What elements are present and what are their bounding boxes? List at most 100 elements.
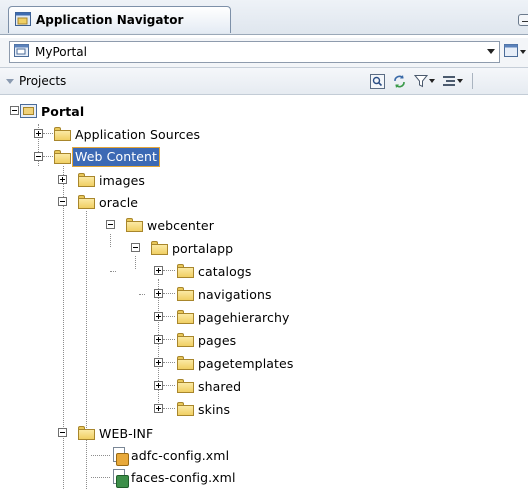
tab-strip: Application Navigator [0,0,528,35]
adfc-config-file-icon [110,446,129,466]
application-menu-button[interactable] [504,42,528,62]
node-label: Web Content [71,147,161,167]
node-label: pages [198,332,237,348]
project-tree: Portal Application Sources Web Content i… [0,96,528,489]
tree-connector [163,362,175,363]
node-label: pagetemplates [198,355,294,371]
projects-header[interactable]: Projects [0,68,528,95]
project-icon [20,104,37,118]
expand-toggle[interactable] [58,175,67,184]
tree-node-application-sources[interactable]: Application Sources [54,124,200,144]
node-label: pagehierarchy [198,309,290,325]
tree-connector [86,211,87,428]
sort-button[interactable] [442,74,463,88]
tree-node-pagetemplates[interactable]: pagetemplates [177,353,293,373]
application-menu-icon [504,44,518,60]
node-label: oracle [99,194,139,210]
refresh-button[interactable] [392,74,407,89]
expand-toggle[interactable] [154,404,163,413]
node-label: webcenter [147,217,214,233]
folder-icon [177,402,194,416]
expand-toggle[interactable] [34,129,43,138]
folder-icon [177,379,194,393]
folder-icon [78,426,95,440]
tree-connector [163,293,175,294]
tree-node-portal[interactable]: Portal [20,101,84,121]
search-icon [370,73,385,89]
folder-icon [177,333,194,347]
application-bar: MyPortal [0,38,528,68]
node-label: WEB-INF [99,425,154,441]
tree-connector [91,455,110,456]
node-label: Application Sources [75,126,201,142]
tree-connector [135,256,136,269]
expand-toggle[interactable] [154,335,163,344]
minimize-button[interactable] [518,14,528,26]
chevron-down-icon [487,49,495,54]
tab-title: Application Navigator [36,13,184,27]
collapse-icon[interactable] [6,78,14,84]
application-icon [14,44,29,60]
tree-node-catalogs[interactable]: catalogs [177,261,251,281]
projects-toolbar [370,72,473,90]
folder-icon [54,127,71,141]
expand-toggle[interactable] [154,312,163,321]
chevron-down-icon [457,79,463,83]
node-label: catalogs [198,263,252,279]
folder-icon [177,310,194,324]
node-label: skins [198,401,231,417]
tree-node-oracle[interactable]: oracle [78,192,138,212]
node-label: faces-config.xml [131,469,236,485]
folder-icon [177,264,194,278]
tree-node-navigations[interactable]: navigations [177,284,272,304]
collapse-toggle[interactable] [131,243,140,252]
tree-node-adfc-config[interactable]: adfc-config.xml [110,445,230,466]
expand-toggle[interactable] [154,266,163,275]
tree-node-faces-config[interactable]: faces-config.xml [110,467,236,488]
tree-node-web-inf[interactable]: WEB-INF [78,423,153,443]
toolbar-separator [472,73,473,89]
folder-icon [151,241,168,255]
chevron-down-icon [520,50,526,54]
tree-connector [139,294,145,295]
tree-connector [91,477,110,478]
folder-icon [126,218,143,232]
faces-config-file-icon [110,468,129,488]
collapse-toggle[interactable] [58,197,67,206]
tree-node-pages[interactable]: pages [177,330,236,350]
tree-node-skins[interactable]: skins [177,399,230,419]
filter-icon [414,75,428,88]
application-name: MyPortal [35,45,87,59]
filter-button[interactable] [414,74,435,88]
tree-node-images[interactable]: images [78,170,145,190]
tree-node-webcenter[interactable]: webcenter [126,215,214,235]
node-label: Portal [41,103,85,119]
tree-connector [163,316,175,317]
tree-connector [110,234,111,247]
application-navigator-icon [15,11,31,29]
search-button[interactable] [370,73,385,89]
projects-label: Projects [19,74,67,88]
node-label: navigations [198,286,272,302]
node-label: adfc-config.xml [131,447,230,463]
tree-node-pagehierarchy[interactable]: pagehierarchy [177,307,289,327]
collapse-toggle[interactable] [34,152,43,161]
collapse-toggle[interactable] [106,220,115,229]
tree-connector [43,156,53,157]
folder-icon [78,173,95,187]
expand-toggle[interactable] [154,289,163,298]
tab-application-navigator[interactable]: Application Navigator [8,6,231,33]
collapse-toggle[interactable] [58,428,67,437]
tree-connector [163,339,175,340]
expand-toggle[interactable] [154,381,163,390]
tree-node-portalapp[interactable]: portalapp [151,238,233,258]
folder-icon [177,356,194,370]
node-label: portalapp [172,240,234,256]
tree-node-shared[interactable]: shared [177,376,241,396]
collapse-toggle[interactable] [10,106,19,115]
tree-connector [163,385,175,386]
tree-node-web-content[interactable]: Web Content [54,147,161,167]
sort-icon [443,76,455,86]
application-selector[interactable]: MyPortal [9,41,500,63]
expand-toggle[interactable] [154,358,163,367]
